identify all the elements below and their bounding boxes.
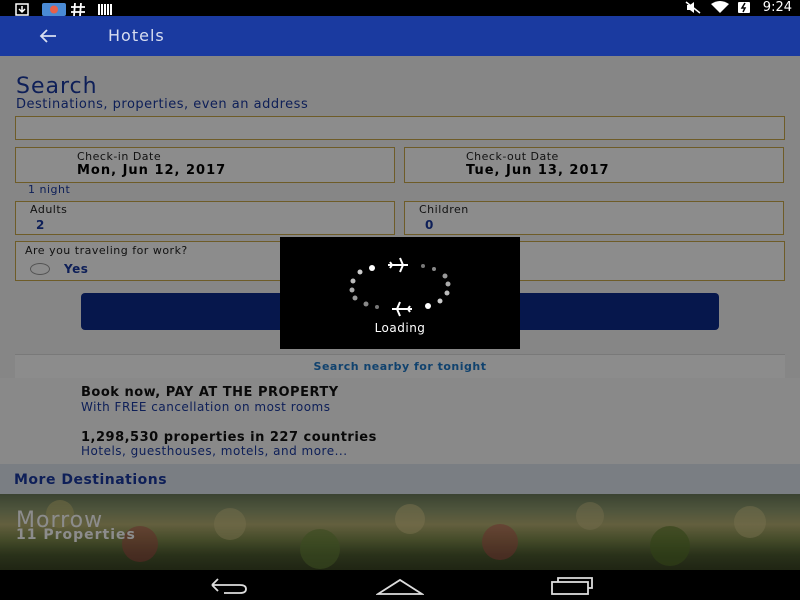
photos-icon <box>42 1 66 16</box>
back-nav-icon[interactable] <box>204 574 252 596</box>
recents-nav-icon[interactable] <box>548 574 596 596</box>
home-nav-icon[interactable] <box>374 574 426 596</box>
hashtag-icon <box>70 1 86 17</box>
loading-label: Loading <box>374 321 426 335</box>
app-bar: Hotels <box>0 16 800 56</box>
status-bar: 9:24 <box>0 0 800 17</box>
plane-icon <box>388 257 408 273</box>
barcode-icon <box>98 1 114 15</box>
download-icon <box>14 1 30 16</box>
nav-bar <box>0 570 800 600</box>
wifi-icon <box>710 1 729 14</box>
app-bar-title: Hotels <box>108 26 165 45</box>
status-time: 9:24 <box>762 0 792 15</box>
arrow-left-icon[interactable] <box>36 24 60 48</box>
plane-icon <box>392 301 412 317</box>
loading-dialog: Loading <box>280 237 520 349</box>
battery-icon <box>737 1 753 14</box>
mute-icon <box>685 1 701 14</box>
